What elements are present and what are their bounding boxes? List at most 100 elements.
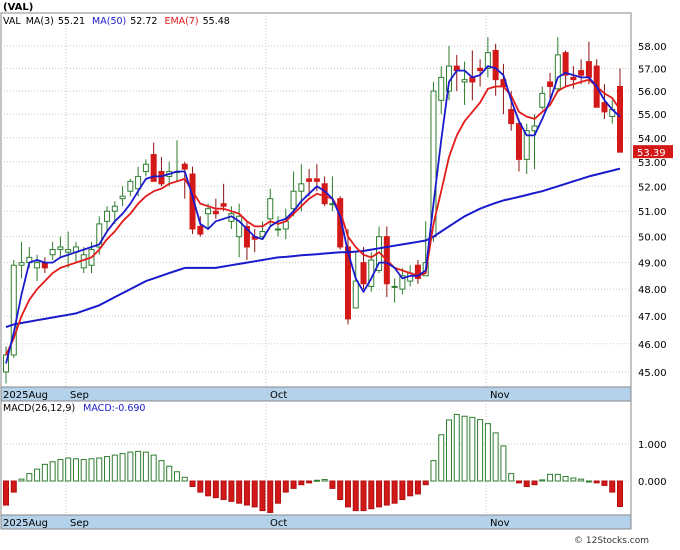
macd-bar-positive — [34, 468, 41, 482]
candle-down — [360, 262, 367, 285]
macd-x-label: Nov — [490, 518, 510, 529]
chart-title: (VAL) — [3, 2, 33, 13]
candle-down — [158, 171, 165, 185]
macd-bar-positive — [547, 473, 554, 482]
macd-bar-positive — [562, 476, 569, 482]
macd-bar-positive — [484, 423, 491, 482]
macd-bar-negative — [523, 480, 530, 488]
macd-bar-negative — [251, 480, 258, 508]
price-tick-label: 45.00 — [638, 368, 667, 379]
macd-bar-negative — [399, 480, 406, 500]
macd-bar-positive — [135, 450, 142, 482]
price-panel — [0, 12, 632, 388]
macd-bar-negative — [422, 480, 429, 486]
macd-x-label: 2025Aug — [3, 518, 48, 529]
candle-down — [508, 109, 515, 125]
candle-up — [267, 198, 274, 220]
macd-label: MACD(26,12,9) — [3, 403, 75, 414]
price-tick-label: 48.00 — [638, 285, 667, 296]
candle-down — [570, 76, 577, 81]
macd-bar-negative — [515, 480, 522, 484]
macd-bar-negative — [3, 480, 9, 506]
macd-bar-negative — [212, 480, 219, 499]
macd-bar-positive — [150, 454, 157, 482]
price-tick-label: 56.00 — [638, 87, 667, 98]
macd-bar-positive — [26, 473, 33, 482]
legend-ma50-value: 52.72 — [130, 16, 157, 27]
candle-up — [539, 92, 546, 108]
indicator-legend: VAL MA(3) 55.21 MA(50) 52.72 EMA(7) 55.48 — [3, 16, 230, 27]
macd-legend: MACD(26,12,9) MACD:-0.690 — [3, 403, 145, 414]
legend-ma50-label: MA(50) — [92, 16, 126, 27]
macd-bar-negative — [360, 480, 367, 512]
candle-up — [18, 262, 25, 266]
macd-bar-negative — [593, 480, 600, 484]
candle-up — [298, 183, 305, 192]
legend-ma3-value: 55.21 — [58, 16, 85, 27]
macd-bar-positive — [96, 457, 103, 482]
macd-bar-positive — [173, 471, 180, 482]
macd-panel — [0, 400, 632, 516]
macd-tick-label: 1.000 — [638, 440, 667, 451]
macd-bar-negative — [306, 480, 313, 484]
macd-bar-negative — [298, 480, 305, 486]
macd-bar-negative — [243, 480, 250, 506]
macd-bar-positive — [508, 473, 515, 482]
macd-bar-positive — [111, 454, 118, 482]
candle-down — [197, 225, 204, 235]
candle-up — [142, 163, 149, 173]
watermark-copyright: © 12Stocks.com — [574, 536, 649, 546]
candle-down — [477, 67, 484, 72]
macd-bar-negative — [531, 480, 538, 486]
candle-up — [391, 285, 398, 288]
macd-bar-positive — [127, 451, 134, 482]
candle-up — [57, 246, 64, 251]
price-tick-label: 51.00 — [638, 207, 667, 218]
price-tick-label: 50.00 — [638, 233, 667, 244]
macd-bar-negative — [228, 480, 235, 502]
macd-bar-positive — [72, 458, 79, 482]
macd-bar-negative — [337, 480, 344, 500]
candle-down — [220, 203, 227, 207]
macd-bar-positive — [321, 479, 328, 482]
macd-bar-positive — [18, 478, 25, 482]
legend-ema7-value: 55.48 — [203, 16, 230, 27]
macd-bar-negative — [383, 480, 390, 506]
candle-down — [181, 163, 188, 170]
macd-bar-negative — [368, 480, 375, 510]
price-tick-label: 54.00 — [638, 134, 667, 145]
macd-bar-negative — [10, 480, 17, 493]
macd-bar-negative — [282, 480, 289, 493]
stock-chart: 45.00 46.00 47.00 48.00 49.00 50.00 51.00 52.00… — [0, 0, 680, 546]
price-x-label: Nov — [490, 390, 510, 401]
candle-down — [562, 52, 569, 76]
macd-bar-positive — [142, 451, 149, 482]
price-tick-label: 55.00 — [638, 110, 667, 121]
macd-bar-positive — [80, 459, 87, 482]
macd-bar-negative — [414, 480, 421, 495]
price-tick-label: 53.00 — [638, 158, 667, 169]
candle-down — [601, 102, 608, 113]
candle-down — [492, 49, 499, 81]
macd-bar-negative — [407, 480, 414, 497]
candle-down — [515, 123, 522, 160]
macd-bar-negative — [267, 480, 274, 513]
macd-bar-negative — [352, 480, 359, 512]
macd-bar-positive — [65, 457, 72, 482]
candle-down — [585, 61, 592, 78]
candle-up — [461, 79, 468, 83]
macd-bar-negative — [275, 480, 282, 504]
candle-up — [352, 280, 359, 309]
price-x-label: Oct — [270, 390, 287, 401]
candle-up — [438, 76, 445, 101]
legend-ema7-label: EMA(7) — [164, 16, 198, 27]
macd-bar-positive — [119, 453, 126, 482]
candle-down — [306, 178, 313, 182]
candle-down — [617, 85, 623, 153]
macd-bar-positive — [41, 463, 48, 482]
macd-bar-positive — [578, 478, 585, 482]
price-tick-label: 47.00 — [638, 312, 667, 323]
candle-up — [49, 249, 56, 256]
macd-bar-positive — [104, 456, 111, 482]
macd-bar-negative — [609, 480, 616, 493]
